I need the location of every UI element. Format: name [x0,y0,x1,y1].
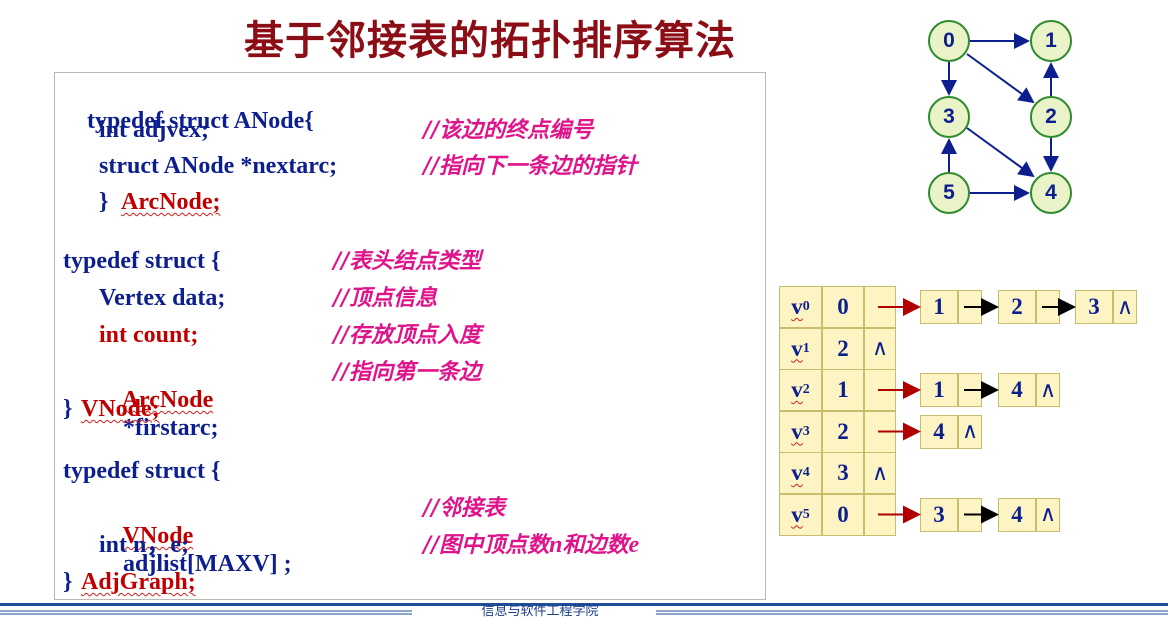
footer-college-name: 信息与软件工程学院 [481,604,599,619]
adjacency-arrows [878,298,1076,524]
